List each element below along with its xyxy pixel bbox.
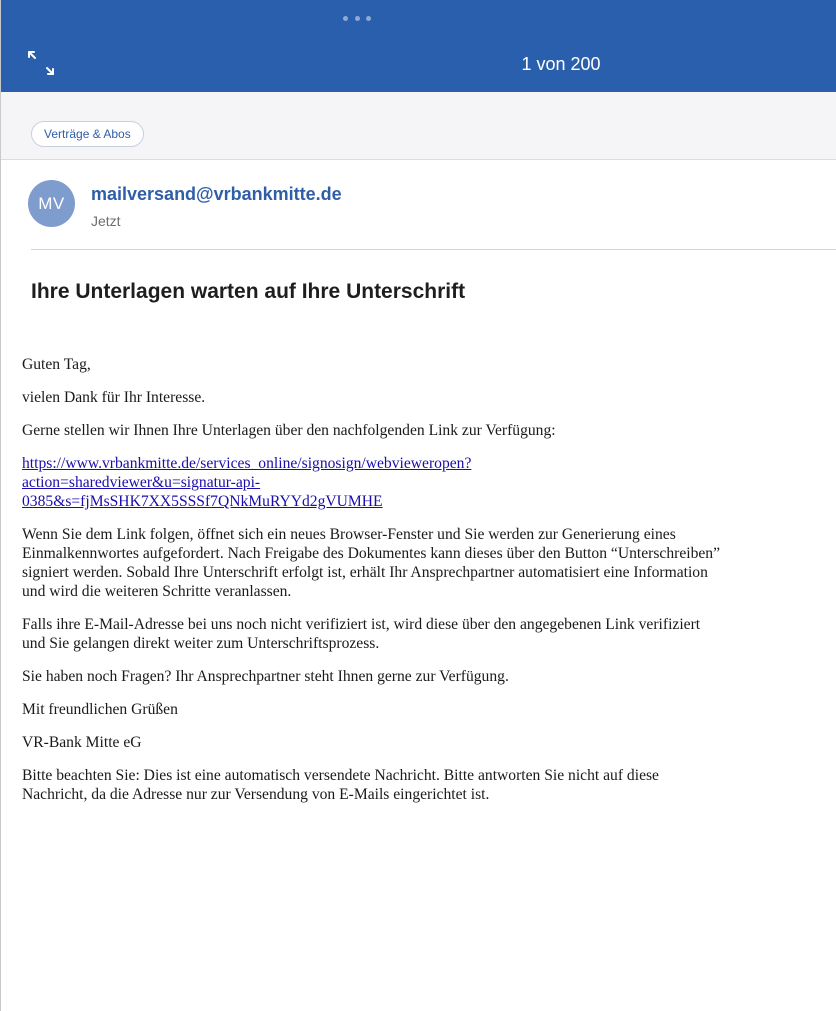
link-line-2: action=sharedviewer&u=signatur-api- bbox=[22, 474, 261, 491]
avatar: MV bbox=[28, 180, 75, 227]
drag-handle-icon[interactable] bbox=[343, 15, 371, 21]
header-bar: 1 von 200 bbox=[1, 0, 836, 92]
disclaimer-paragraph: Bitte beachten Sie: Dies ist eine automa… bbox=[22, 767, 659, 803]
link-line-3: 0385&s=fjMsSHK7XX5SSSf7QNkMuRYYd2gVUMHE bbox=[22, 493, 383, 510]
mail-body: Guten Tag, vielen Dank für Ihr Interesse… bbox=[22, 355, 722, 818]
sender-address[interactable]: mailversand@vrbankmitte.de bbox=[91, 184, 342, 205]
greeting: Guten Tag, bbox=[22, 356, 91, 373]
link-line-1: https://www.vrbankmitte.de/services_onli… bbox=[22, 455, 472, 472]
link-paragraph: https://www.vrbankmitte.de/services_onli… bbox=[22, 454, 722, 511]
received-time: Jetzt bbox=[91, 213, 121, 229]
intro-line: Gerne stellen wir Ihnen Ihre Unterlagen … bbox=[22, 422, 556, 439]
message-counter: 1 von 200 bbox=[521, 54, 601, 74]
mail-subject: Ihre Unterlagen warten auf Ihre Untersch… bbox=[31, 280, 466, 303]
divider bbox=[31, 249, 836, 250]
expand-icon[interactable] bbox=[25, 48, 59, 78]
instructions-paragraph: Wenn Sie dem Link folgen, öffnet sich ei… bbox=[22, 526, 721, 600]
questions-line: Sie haben noch Fragen? Ihr Ansprechpartn… bbox=[22, 668, 509, 685]
document-link[interactable]: https://www.vrbankmitte.de/services_onli… bbox=[22, 455, 471, 510]
thanks-line: vielen Dank für Ihr Interesse. bbox=[22, 389, 206, 406]
verification-paragraph: Falls ihre E-Mail-Adresse bei uns noch n… bbox=[22, 616, 701, 652]
closing-line: Mit freundlichen Grüßen bbox=[22, 701, 178, 718]
category-chip[interactable]: Verträge & Abos bbox=[31, 121, 144, 147]
signature-line: VR-Bank Mitte eG bbox=[22, 734, 142, 751]
mail-reader: 1 von 200 Verträge & Abos MV mailversand… bbox=[0, 0, 836, 1011]
